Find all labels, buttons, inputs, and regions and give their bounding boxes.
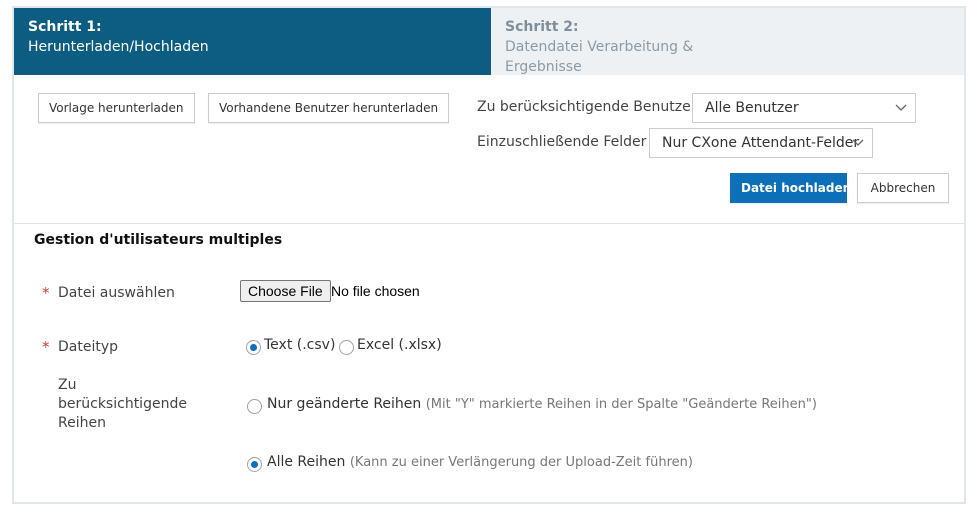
filetype-xlsx-radio[interactable] [339,340,354,355]
filetype-xlsx-label[interactable]: Excel (.xlsx) [357,337,442,353]
file-status: No file chosen [331,283,420,299]
fields-select-value: Nur CXone Attendant-Felder [662,135,860,151]
bulk-user-management-panel: Schritt 1: Herunterladen/Hochladen Schri… [12,6,966,504]
rows-changed-label[interactable]: Nur geänderte Reihen (Mit "Y" markierte … [267,396,817,412]
rows-all-radio[interactable] [247,457,262,472]
rows-changed-hint: (Mit "Y" markierte Reihen in der Spalte … [425,397,817,412]
step-1-number: Schritt 1: [28,19,102,35]
step-1-label: Herunterladen/Hochladen [28,39,209,55]
rows-changed-text: Nur geänderte Reihen [267,396,422,412]
rows-all-hint: (Kann zu einer Verlängerung der Upload-Z… [349,455,693,470]
file-label: Datei auswählen [58,285,175,301]
filetype-csv-label[interactable]: Text (.csv) [264,337,335,353]
chevron-down-icon [895,104,907,111]
step-1[interactable]: Schritt 1: Herunterladen/Hochladen [14,8,491,75]
download-users-button[interactable]: Vorhandene Benutzer herunterladen [208,93,450,123]
step-2-number: Schritt 2: [505,19,579,35]
chevron-down-icon [852,139,864,146]
section-title: Gestion d'utilisateurs multiples [34,232,283,248]
users-select[interactable]: Alle Benutzer [692,93,916,123]
upload-file-button[interactable]: Datei hochladen [730,173,851,203]
step-2-label: Datendatei Verarbeitung & Ergebnisse [505,39,694,75]
rows-label: Zu berücksichtigende Reihen [58,377,187,431]
cancel-button[interactable]: Abbrechen [857,173,949,203]
step-2[interactable]: Schritt 2: Datendatei Verarbeitung & Erg… [491,8,741,75]
rows-all-label[interactable]: Alle Reihen (Kann zu einer Verlängerung … [267,454,693,470]
users-label: Zu berücksichtigende Benutzer [477,99,697,115]
choose-file-button[interactable]: Choose File [240,280,331,302]
download-template-button[interactable]: Vorlage herunterladen [38,93,195,123]
users-select-value: Alle Benutzer [705,100,799,116]
step-indicator: Schritt 1: Herunterladen/Hochladen Schri… [14,8,964,75]
filetype-label: Dateityp [58,339,119,355]
required-marker: * [42,338,50,356]
toolbar: Vorlage herunterladen Vorhandene Benutze… [14,75,964,224]
filetype-csv-radio[interactable] [246,340,261,355]
fields-label: Einzuschließende Felder [477,134,647,150]
required-marker: * [42,284,50,302]
rows-changed-radio[interactable] [247,399,262,414]
rows-all-text: Alle Reihen [267,454,346,470]
fields-select[interactable]: Nur CXone Attendant-Felder [649,128,873,158]
